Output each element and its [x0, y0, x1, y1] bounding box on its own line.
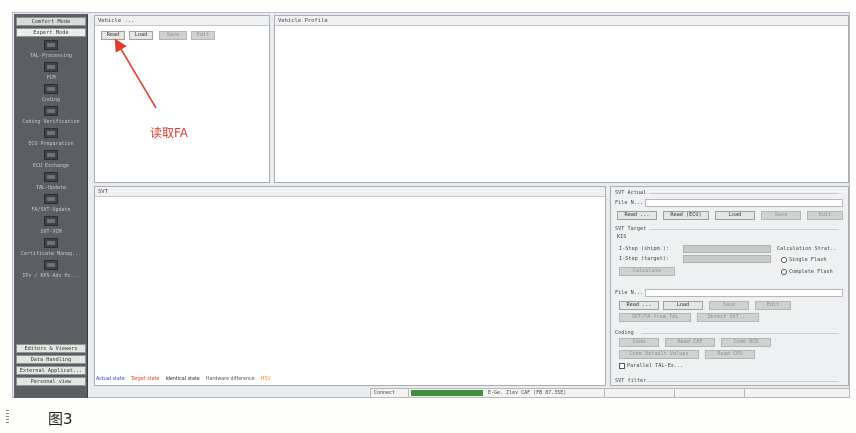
- annotation-label: 读取FA: [150, 126, 189, 140]
- page-edge-mark: [6, 410, 9, 424]
- figure-caption: 图3: [48, 410, 73, 428]
- annotation-arrow: [114, 38, 157, 109]
